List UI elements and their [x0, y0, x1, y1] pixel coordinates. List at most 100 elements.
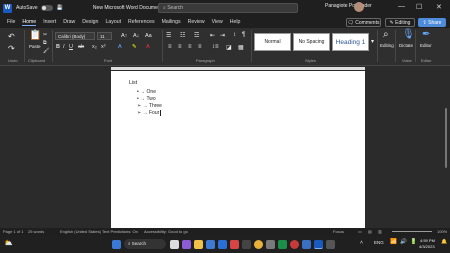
- word-count[interactable]: 25 words: [28, 229, 44, 234]
- italic-icon[interactable]: I: [63, 44, 65, 50]
- tab-insert[interactable]: Insert: [43, 19, 56, 25]
- text-effects-icon[interactable]: A: [118, 44, 122, 50]
- style-normal[interactable]: Normal: [254, 33, 291, 51]
- opera-icon[interactable]: [290, 240, 299, 249]
- tab-layout[interactable]: Layout: [105, 19, 121, 25]
- battery-icon[interactable]: 🔋: [410, 239, 417, 245]
- edge-icon[interactable]: [206, 240, 215, 249]
- dictate-button[interactable]: Dictate: [399, 43, 413, 48]
- document-heading[interactable]: List: [129, 80, 137, 86]
- paste-icon[interactable]: 📋: [29, 30, 41, 41]
- bold-icon[interactable]: B: [56, 44, 60, 50]
- page-count[interactable]: Page 1 of 1: [3, 229, 23, 234]
- borders-icon[interactable]: ▦: [238, 44, 244, 51]
- teams-icon[interactable]: [182, 240, 191, 249]
- tab-review[interactable]: Review: [188, 19, 205, 25]
- app-icon[interactable]: [266, 240, 275, 249]
- user-name[interactable]: Panagiote Pozmader: [325, 3, 372, 9]
- redo-icon[interactable]: ↷: [8, 44, 15, 53]
- styles-more-icon[interactable]: ▾: [371, 38, 374, 45]
- minimize-icon[interactable]: —: [398, 3, 405, 10]
- weather-icon[interactable]: ⛅: [4, 239, 13, 247]
- excel-icon[interactable]: [278, 240, 287, 249]
- editor-button[interactable]: Editor: [420, 43, 432, 48]
- change-case-icon[interactable]: Aa: [145, 33, 152, 39]
- share-button[interactable]: ⇪ Share: [418, 18, 446, 27]
- maximize-icon[interactable]: ☐: [416, 3, 422, 11]
- font-name-select[interactable]: Calibri (Body): [55, 32, 95, 40]
- line-spacing-icon[interactable]: ↕≡: [212, 44, 219, 50]
- align-center-icon[interactable]: ≡: [178, 44, 182, 50]
- editor-icon[interactable]: ✒: [422, 29, 430, 40]
- multilevel-list-icon[interactable]: ☲: [194, 32, 199, 39]
- align-left-icon[interactable]: ≡: [168, 44, 172, 50]
- zoom-level[interactable]: 100%: [437, 229, 447, 234]
- numbering-icon[interactable]: ☷: [180, 32, 185, 39]
- language-status[interactable]: English (United States): [60, 229, 101, 234]
- app-icon[interactable]: [326, 240, 335, 249]
- tray-chevron-icon[interactable]: ˄: [360, 240, 363, 246]
- zoom-slider[interactable]: [392, 231, 432, 232]
- sort-icon[interactable]: ↕: [233, 32, 236, 38]
- store-icon[interactable]: [218, 240, 227, 249]
- outlook-icon[interactable]: [302, 240, 311, 249]
- align-right-icon[interactable]: ≡: [188, 44, 192, 50]
- style-heading-1[interactable]: Heading 1: [332, 33, 369, 51]
- bullets-icon[interactable]: ☰: [166, 32, 171, 39]
- shrink-font-icon[interactable]: A↓: [133, 33, 139, 39]
- word-taskbar-icon[interactable]: [314, 240, 323, 249]
- search-input[interactable]: ⌕ Search: [158, 3, 298, 13]
- font-color-icon[interactable]: A: [146, 44, 150, 50]
- autosave-toggle[interactable]: [40, 5, 53, 11]
- close-icon[interactable]: ✕: [436, 3, 442, 11]
- decrease-indent-icon[interactable]: ⇤: [210, 32, 215, 39]
- justify-icon[interactable]: ≡: [198, 44, 202, 50]
- subscript-icon[interactable]: x₂: [92, 44, 97, 50]
- style-no-spacing[interactable]: No Spacing: [293, 33, 330, 51]
- cut-icon[interactable]: ✂: [43, 32, 47, 38]
- undo-icon[interactable]: ↶: [8, 32, 15, 41]
- clock-date[interactable]: 4/3/2023: [419, 244, 435, 249]
- scrollbar-thumb[interactable]: [445, 108, 447, 168]
- list-item[interactable]: ➢ → Four: [137, 110, 162, 116]
- print-layout-icon[interactable]: ▤: [368, 229, 372, 234]
- language-indicator[interactable]: ENG: [374, 240, 384, 245]
- tab-help[interactable]: Help: [230, 19, 241, 25]
- grow-font-icon[interactable]: A↑: [121, 33, 127, 39]
- list-item[interactable]: • → Two: [137, 96, 156, 102]
- microphone-icon[interactable]: 🎙: [402, 29, 415, 40]
- file-explorer-icon[interactable]: [194, 240, 203, 249]
- shading-icon[interactable]: ◪: [226, 44, 232, 51]
- tab-design[interactable]: Design: [82, 19, 98, 25]
- font-size-select[interactable]: 11: [97, 32, 112, 40]
- copy-icon[interactable]: ⧉: [43, 40, 47, 46]
- find-icon[interactable]: ⌕: [383, 29, 389, 40]
- app-icon[interactable]: [230, 240, 239, 249]
- list-item[interactable]: ➢ → Three: [137, 103, 162, 109]
- web-layout-icon[interactable]: ▥: [378, 229, 382, 234]
- volume-icon[interactable]: 🔊: [400, 239, 407, 245]
- notifications-icon[interactable]: 🔔: [441, 239, 447, 245]
- read-mode-icon[interactable]: ▭: [358, 229, 362, 234]
- highlight-icon[interactable]: ✎: [132, 44, 137, 50]
- underline-icon[interactable]: U: [69, 44, 73, 50]
- tab-mailings[interactable]: Mailings: [162, 19, 181, 25]
- tab-references[interactable]: References: [128, 19, 155, 25]
- superscript-icon[interactable]: x²: [101, 44, 106, 50]
- app-icon[interactable]: [242, 240, 251, 249]
- avatar[interactable]: [354, 2, 364, 12]
- increase-indent-icon[interactable]: ⇥: [220, 32, 225, 39]
- ruler[interactable]: [111, 67, 365, 70]
- editing-mode-button[interactable]: ✎ Editing: [385, 18, 415, 27]
- task-view-icon[interactable]: [170, 240, 179, 249]
- paste-button[interactable]: Paste: [29, 44, 41, 49]
- tab-home[interactable]: Home: [22, 19, 37, 26]
- show-formatting-icon[interactable]: ¶: [242, 32, 245, 38]
- accessibility-status[interactable]: Accessibility: Good to go: [144, 229, 188, 234]
- tab-draw[interactable]: Draw: [63, 19, 75, 25]
- tab-view[interactable]: View: [212, 19, 223, 25]
- strikethrough-icon[interactable]: ab: [78, 44, 84, 50]
- chrome-icon[interactable]: [254, 240, 263, 249]
- clock-time[interactable]: 4:59 PM: [420, 238, 435, 243]
- format-painter-icon[interactable]: 🖌: [43, 48, 49, 54]
